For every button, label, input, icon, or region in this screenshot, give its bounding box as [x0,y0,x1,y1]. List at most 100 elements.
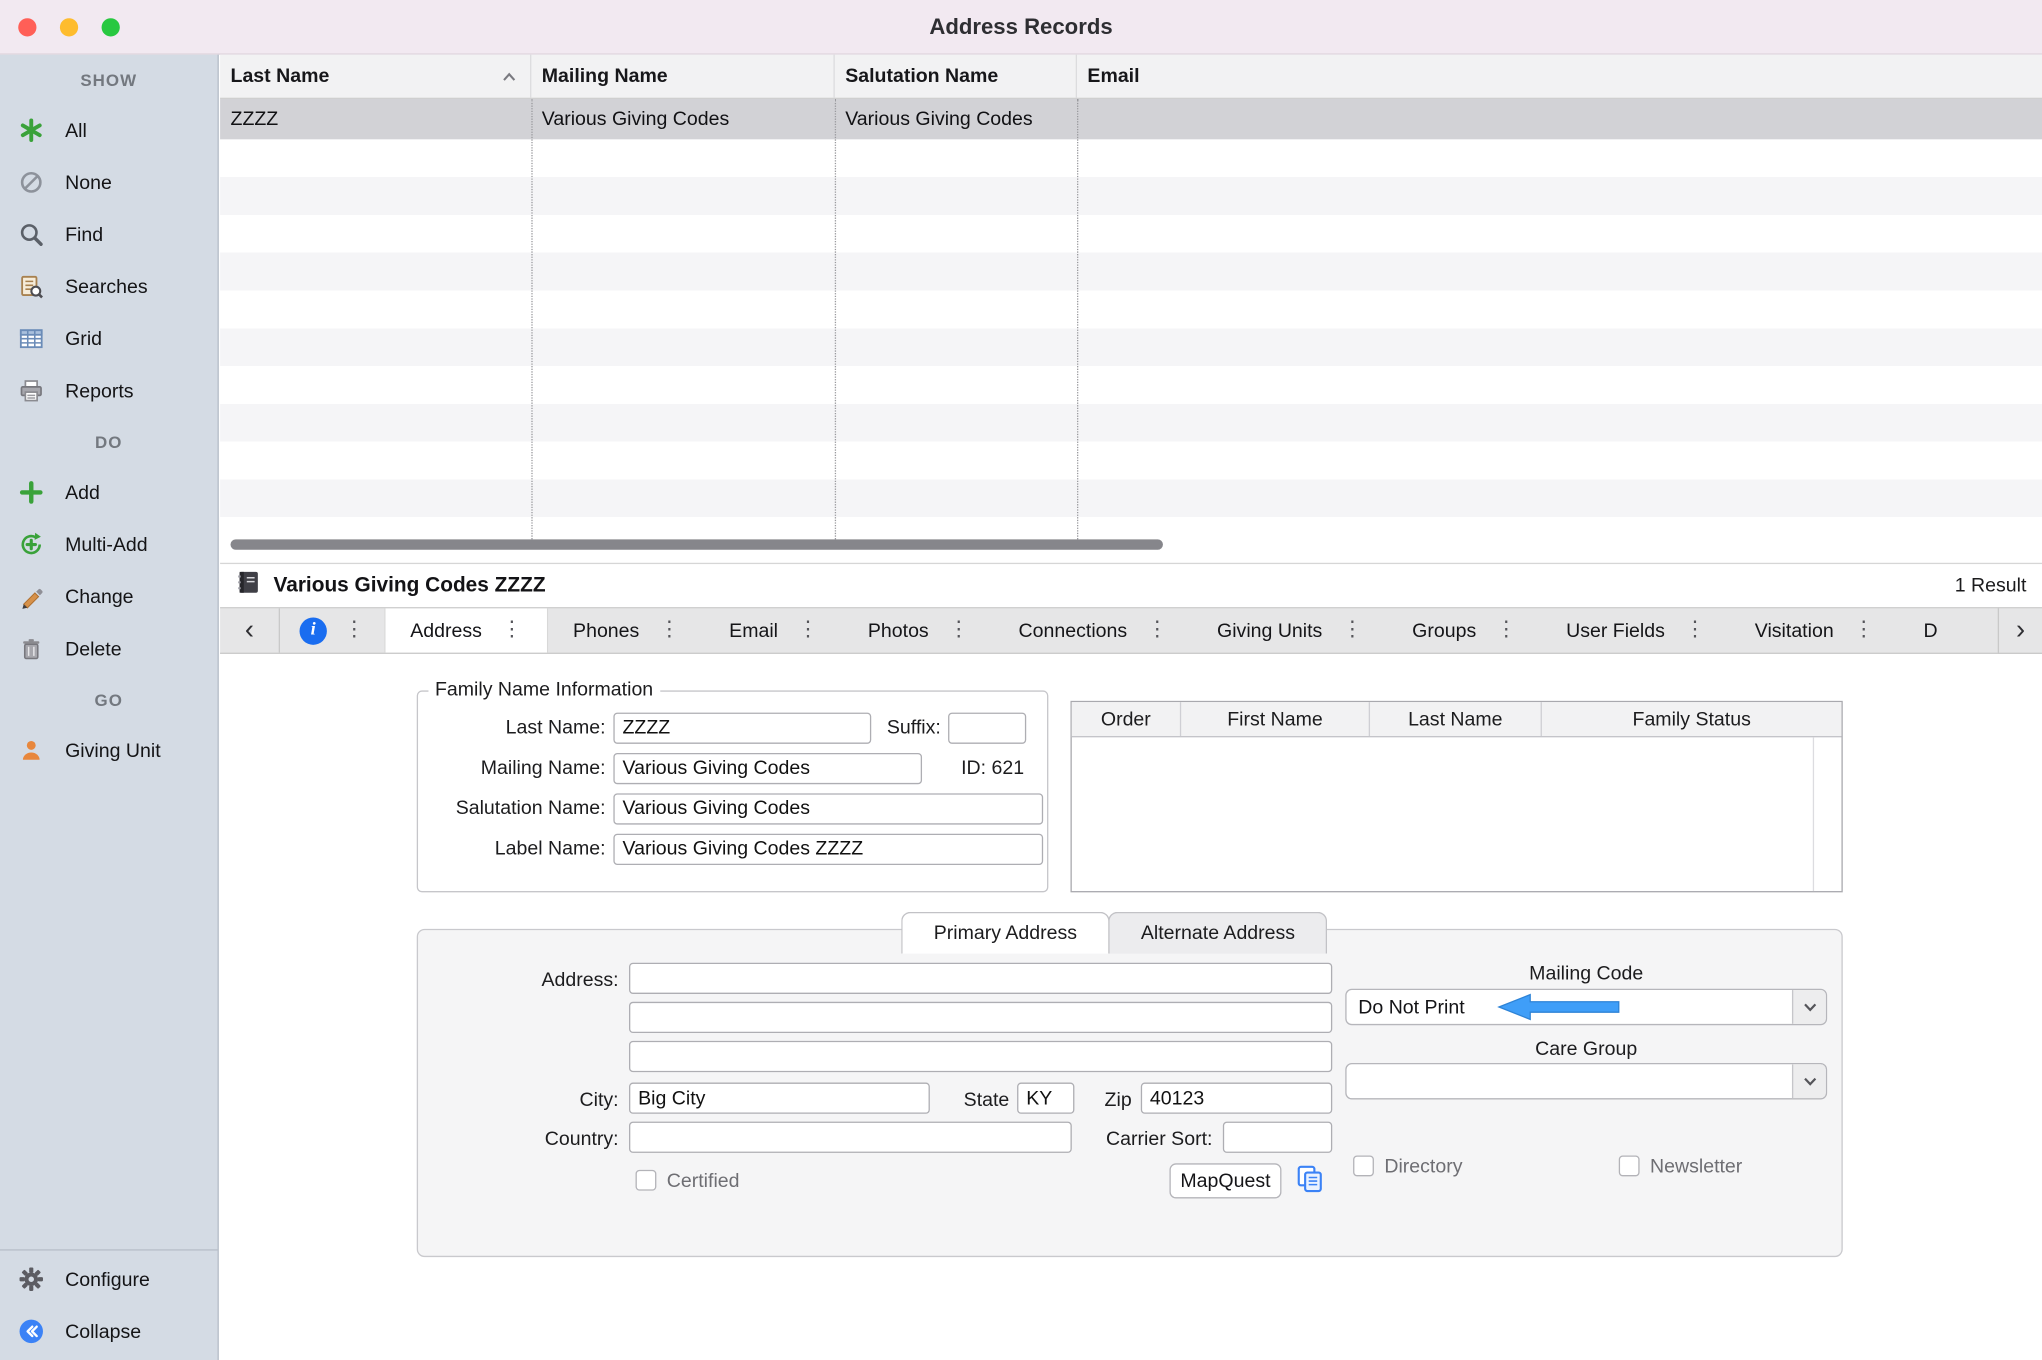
sidebar-item-add[interactable]: Add [0,466,217,518]
country-field[interactable] [629,1122,1072,1153]
info-icon[interactable]: i [300,617,327,644]
kebab-menu-icon[interactable]: ⋮ [1147,620,1168,641]
directory-label: Directory [1384,1155,1462,1177]
kebab-menu-icon[interactable]: ⋮ [1684,620,1705,641]
mailing-name-field[interactable] [613,752,922,783]
minimize-button[interactable] [60,18,78,36]
sidebar-item-configure[interactable]: Configure [0,1253,217,1305]
column-header-last-name[interactable]: Last Name [1370,702,1542,736]
kebab-menu-icon[interactable]: ⋮ [1853,620,1874,641]
record-tab-bar: ‹ i ⋮ Address⋮ Phones ⋮ Email⋮ Photos ⋮ Co… [220,607,2042,654]
newsletter-checkbox[interactable] [1619,1155,1640,1176]
cell-mailing-name: Various Giving Codes [531,108,834,130]
kebab-menu-icon[interactable]: ⋮ [798,620,819,641]
cell-salutation-name: Various Giving Codes [835,108,1077,130]
horizontal-scrollbar-thumb[interactable] [231,539,1163,549]
title-bar: Address Records [0,0,2042,55]
column-header-family-status[interactable]: Family Status [1542,702,1842,736]
column-header-first-name[interactable]: First Name [1181,702,1370,736]
tabs-scroll-right-button[interactable]: › [1998,607,2042,654]
salutation-name-field[interactable] [613,793,1043,824]
kebab-menu-icon[interactable]: ⋮ [501,620,522,641]
newsletter-label: Newsletter [1650,1155,1742,1177]
address-line1-field[interactable] [629,963,1332,994]
saved-searches-icon [17,272,46,301]
mapquest-button[interactable]: MapQuest [1169,1163,1281,1198]
kebab-menu-icon[interactable]: ⋮ [659,620,680,641]
tab-label: D [1924,619,1938,641]
kebab-menu-icon[interactable]: ⋮ [344,620,365,641]
sidebar-item-reports[interactable]: Reports [0,365,217,417]
last-name-field[interactable] [613,712,871,743]
close-button[interactable] [18,18,36,36]
kebab-menu-icon[interactable]: ⋮ [948,620,969,641]
last-name-label: Last Name: [426,716,606,738]
zip-field[interactable] [1141,1083,1332,1114]
tab-label: Photos [868,619,929,641]
family-members-table: Order First Name Last Name Family Status [1070,701,1842,892]
suffix-label: Suffix: [887,716,941,738]
sidebar-item-all[interactable]: All [0,104,217,156]
tab-clipped[interactable]: D [1899,608,1963,652]
chevron-down-icon [1792,1064,1826,1098]
sidebar-item-giving-unit[interactable]: Giving Unit [0,724,217,776]
horizontal-scrollbar [220,534,2042,555]
table-row-selected[interactable]: ZZZZ Various Giving Codes Various Giving… [220,99,2042,139]
sidebar-section-show: SHOW [0,55,217,105]
tab-giving-units[interactable]: Giving Units⋮ [1192,608,1387,652]
tab-address[interactable]: Address⋮ [384,608,548,652]
column-header-last-name[interactable]: Last Name [220,55,531,98]
column-header-order[interactable]: Order [1072,702,1181,736]
column-header-email[interactable]: Email [1077,55,2042,98]
multi-add-icon [17,530,46,559]
kebab-menu-icon[interactable]: ⋮ [1496,620,1517,641]
address-line3-field[interactable] [629,1041,1332,1072]
sidebar-item-find[interactable]: Find [0,208,217,260]
tab-primary-address[interactable]: Primary Address [901,912,1109,954]
zoom-button[interactable] [102,18,120,36]
sidebar-item-label: Configure [65,1268,150,1290]
certified-checkbox[interactable] [636,1170,657,1191]
care-group-label: Care Group [1345,1038,1827,1060]
column-header-mailing-name[interactable]: Mailing Name [531,55,834,98]
sidebar-item-grid[interactable]: Grid [0,313,217,365]
tab-groups[interactable]: Groups⋮ [1387,608,1541,652]
sidebar-item-searches[interactable]: Searches [0,261,217,313]
city-field[interactable] [629,1083,930,1114]
label-name-label: Label Name: [426,838,606,860]
sidebar-item-delete[interactable]: Delete [0,623,217,675]
address-panel: Family Name Information Last Name: Suffi… [220,654,2042,1360]
tab-email[interactable]: Email⋮ [704,608,843,652]
carrier-sort-field[interactable] [1223,1122,1332,1153]
column-header-salutation-name[interactable]: Salutation Name [835,55,1077,98]
tab-alternate-address[interactable]: Alternate Address [1108,912,1327,954]
tab-phones[interactable]: Phones ⋮ [548,608,704,652]
label-name-field[interactable] [613,833,1043,864]
chevron-down-icon [1792,990,1826,1024]
group-legend: Family Name Information [428,679,659,701]
suffix-field[interactable] [949,712,1027,743]
tab-label: Phones [573,619,639,641]
care-group-dropdown[interactable] [1345,1063,1827,1099]
sidebar-item-none[interactable]: None [0,156,217,208]
certified-label: Certified [667,1170,740,1192]
grid-icon [17,324,46,353]
tab-photos[interactable]: Photos ⋮ [843,608,994,652]
sidebar-item-change[interactable]: Change [0,571,217,623]
sidebar-item-label: None [65,171,112,193]
sidebar-item-multi-add[interactable]: Multi-Add [0,518,217,570]
tab-user-fields[interactable]: User Fields⋮ [1541,608,1730,652]
plus-icon [17,478,46,507]
tab-info[interactable]: i ⋮ [280,608,384,652]
state-field[interactable] [1017,1083,1074,1114]
carrier-sort-label: Carrier Sort: [1030,1128,1212,1150]
directory-checkbox[interactable] [1353,1155,1374,1176]
country-label: Country: [423,1128,618,1150]
copy-icon[interactable] [1294,1163,1325,1201]
tab-visitation[interactable]: Visitation⋮ [1730,608,1899,652]
sidebar-item-collapse[interactable]: Collapse [0,1305,217,1357]
tabs-scroll-left-button[interactable]: ‹ [220,608,280,652]
kebab-menu-icon[interactable]: ⋮ [1342,620,1363,641]
tab-connections[interactable]: Connections⋮ [994,608,1192,652]
address-line2-field[interactable] [629,1002,1332,1033]
